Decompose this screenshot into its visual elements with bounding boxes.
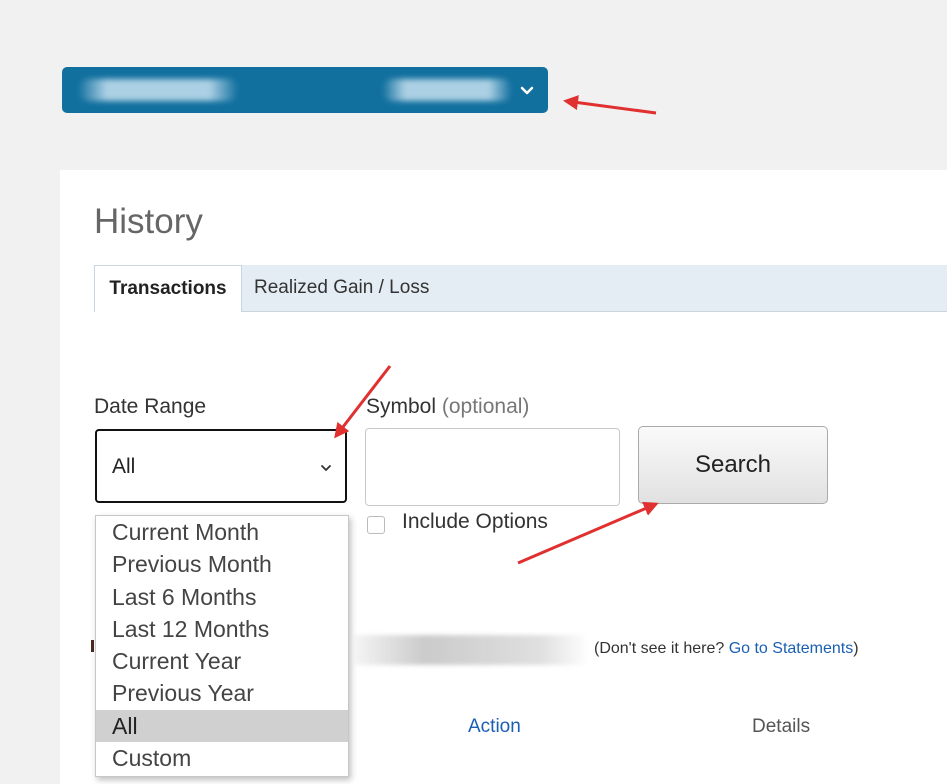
annotation-arrow-account (334, 95, 659, 565)
